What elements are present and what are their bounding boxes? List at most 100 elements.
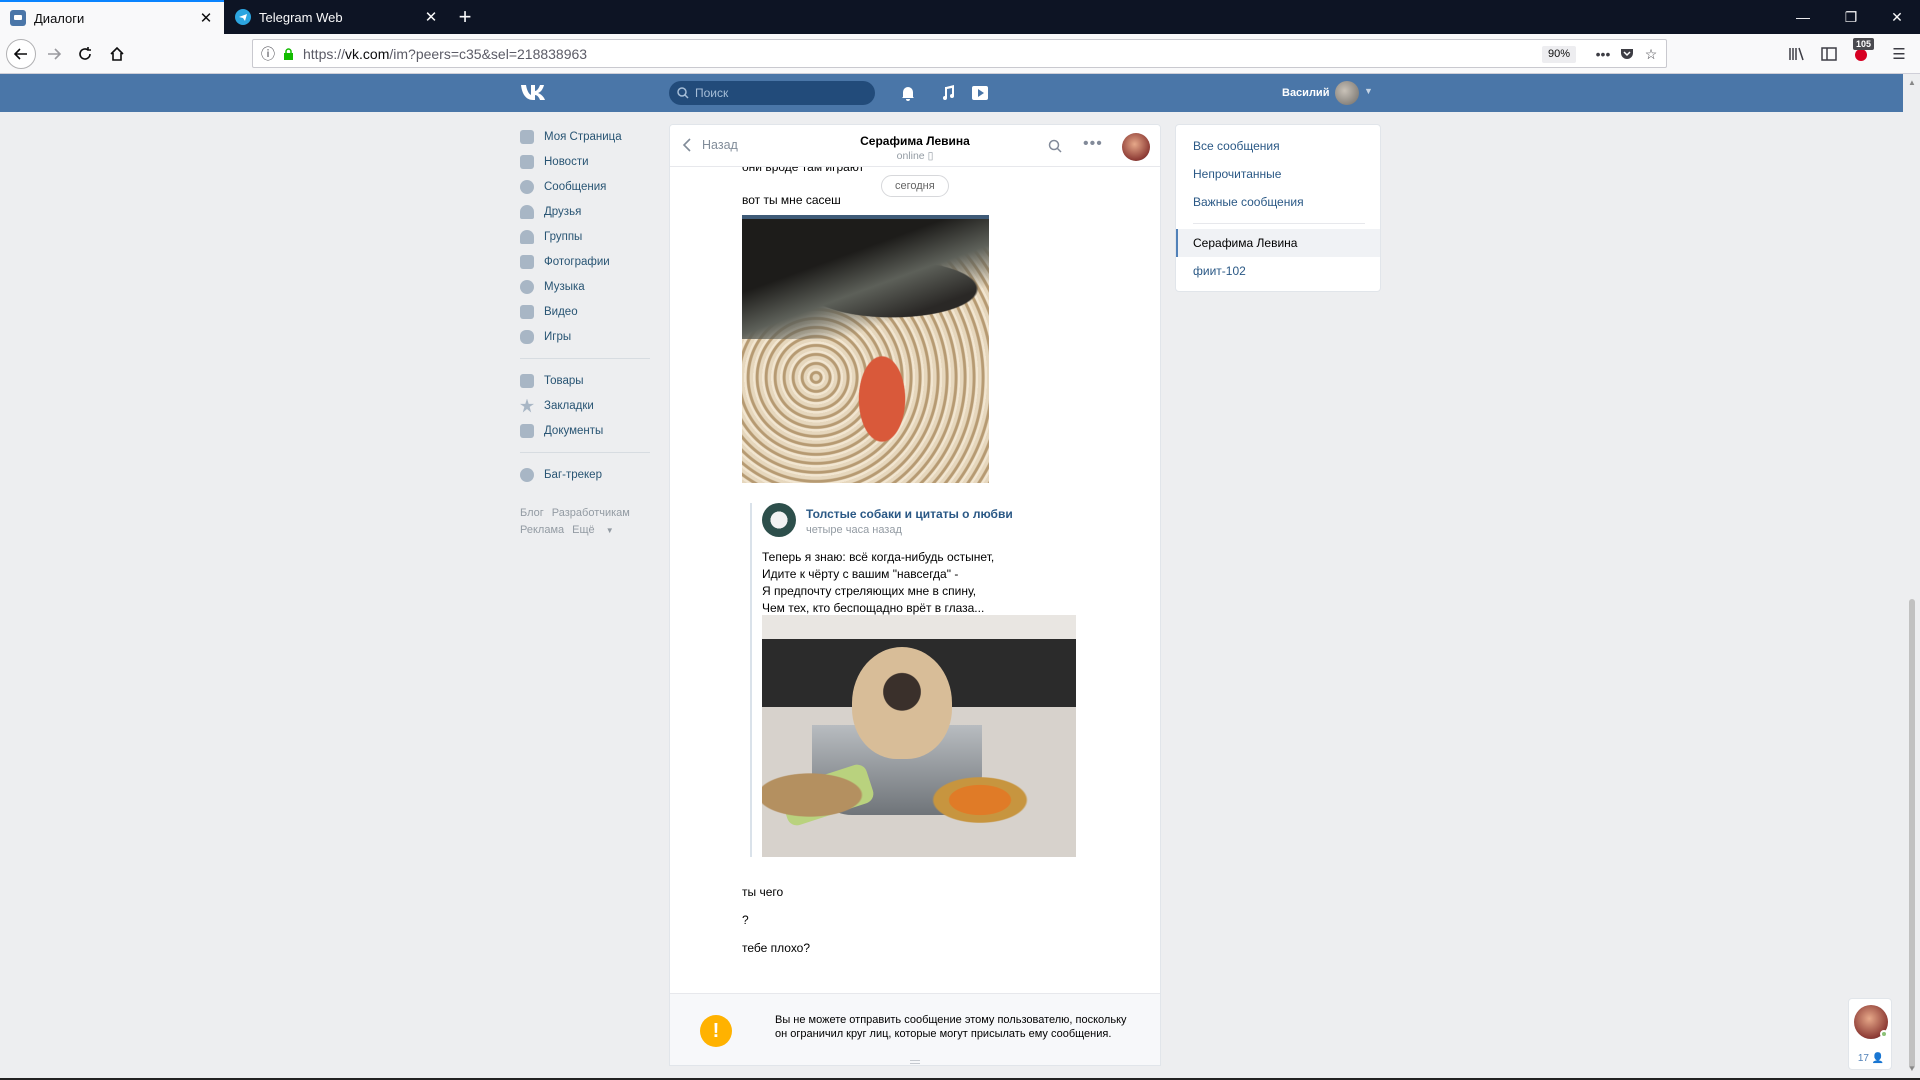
conversation-label: Серафима Левина — [1193, 236, 1298, 250]
menu-item-messages[interactable]: Сообщения — [520, 174, 650, 199]
reload-button[interactable] — [71, 40, 99, 68]
user-name[interactable]: Василий — [1282, 87, 1329, 99]
filter-unread[interactable]: Непрочитанные — [1193, 167, 1281, 181]
music-note-icon[interactable] — [938, 83, 958, 103]
menu-item-label: Музыка — [544, 280, 585, 293]
menu-item-my-page[interactable]: Моя Страница — [520, 124, 650, 149]
menu-item-goods[interactable]: Товары — [520, 368, 650, 393]
pocket-icon[interactable] — [1616, 43, 1638, 65]
search-icon[interactable] — [1048, 139, 1062, 156]
menu-item-bug-tracker[interactable]: Баг-трекер — [520, 462, 650, 487]
menu-item-music[interactable]: Музыка — [520, 274, 650, 299]
url-scheme: https:// — [303, 45, 346, 62]
page-scrollbar[interactable]: ▲ ▼ — [1903, 74, 1920, 1080]
home-button[interactable] — [103, 40, 131, 68]
page-actions-icon[interactable]: ••• — [1592, 43, 1614, 65]
photo-content — [762, 765, 882, 825]
minimize-window-icon[interactable]: — — [1780, 0, 1826, 34]
bookmark-star-icon[interactable]: ☆ — [1640, 43, 1662, 65]
new-tab-button[interactable]: + — [452, 4, 478, 30]
library-icon[interactable] — [1785, 42, 1809, 66]
resize-grip-icon[interactable] — [910, 1060, 920, 1064]
footer-link-ads[interactable]: Реклама — [520, 524, 564, 536]
warning-icon: ! — [700, 1015, 732, 1047]
user-avatar[interactable] — [1335, 81, 1359, 105]
telegram-favicon-icon — [235, 9, 251, 25]
lock-icon[interactable] — [277, 43, 299, 65]
photo-attachment[interactable] — [742, 215, 989, 483]
filters-divider — [1193, 223, 1365, 224]
conversation-item[interactable]: фиит-102 — [1193, 264, 1246, 278]
footer-more-label: Ещё — [572, 524, 595, 536]
zoom-level-badge[interactable]: 90% — [1541, 46, 1576, 63]
scroll-up-icon[interactable]: ▲ — [1908, 78, 1916, 87]
repost-source-name[interactable]: Толстые собаки и цитаты о любви — [806, 507, 1013, 521]
back-button[interactable] — [6, 39, 36, 69]
tab-telegram[interactable]: Telegram Web ✕ — [225, 0, 449, 34]
left-menu: Моя Страница Новости Сообщения Друзья Гр… — [520, 124, 650, 539]
url-path: /im?peers=c35&sel=218838963 — [389, 45, 588, 62]
scroll-down-icon[interactable]: ▼ — [1908, 1064, 1916, 1073]
close-window-icon[interactable]: ✕ — [1874, 0, 1920, 34]
url-bar[interactable]: ⓘ https://vk.com/im?peers=c35&sel=218838… — [252, 39, 1667, 68]
scrollbar-thumb[interactable] — [1909, 599, 1915, 1069]
menu-divider — [520, 452, 650, 453]
menu-item-photos[interactable]: Фотографии — [520, 249, 650, 274]
person-icon: 👤 — [1871, 1053, 1885, 1064]
footer-link-blog[interactable]: Блог — [520, 507, 544, 519]
play-icon[interactable] — [970, 83, 990, 103]
search-icon — [677, 87, 689, 99]
repost-photo[interactable] — [762, 615, 1076, 857]
menu-item-friends[interactable]: Друзья — [520, 199, 650, 224]
news-icon — [520, 154, 534, 169]
online-count-value: 17 — [1857, 1053, 1869, 1064]
message-text-partial: они вроде там играют — [742, 166, 865, 174]
menu-item-games[interactable]: Игры — [520, 324, 650, 349]
vk-search-input[interactable] — [695, 86, 865, 100]
dialog-header: Назад Серафима Левина online ▯ ••• — [670, 125, 1160, 167]
filter-important[interactable]: Важные сообщения — [1193, 195, 1304, 209]
vk-header: Василий ▼ — [0, 74, 1920, 112]
message-text: они вроде там играют — [742, 166, 864, 174]
menu-divider — [520, 358, 650, 359]
menu-item-label: Закладки — [544, 399, 594, 412]
repost-time[interactable]: четыре часа назад — [806, 524, 902, 536]
notifications-bell-icon[interactable] — [898, 83, 918, 103]
status-text: online — [896, 150, 925, 162]
message-text: тебе плохо? — [742, 941, 811, 955]
vk-logo-icon[interactable] — [520, 82, 552, 104]
tab-title: Telegram Web — [259, 9, 343, 25]
menu-item-news[interactable]: Новости — [520, 149, 650, 174]
repost-source-avatar[interactable] — [762, 503, 796, 537]
menu-item-bookmarks[interactable]: Закладки — [520, 393, 650, 418]
hamburger-menu-icon[interactable]: ☰ — [1887, 42, 1911, 66]
restore-window-icon[interactable]: ❐ — [1828, 0, 1874, 34]
menu-item-video[interactable]: Видео — [520, 299, 650, 324]
forward-button[interactable] — [40, 40, 68, 68]
more-actions-icon[interactable]: ••• — [1083, 135, 1103, 153]
info-icon[interactable]: ⓘ — [257, 43, 279, 65]
bookmarks-icon — [520, 398, 534, 413]
vk-search-box[interactable] — [669, 81, 875, 105]
chat-widget[interactable]: 17 👤 — [1848, 998, 1892, 1070]
menu-item-documents[interactable]: Документы — [520, 418, 650, 443]
message-filters-panel: Все сообщения Непрочитанные Важные сообщ… — [1175, 124, 1381, 292]
footer-link-more[interactable]: Ещё ▼ — [572, 524, 622, 536]
close-tab-icon[interactable]: ✕ — [423, 9, 439, 26]
tab-dialogs[interactable]: Диалоги ✕ — [0, 0, 224, 34]
music-icon — [520, 279, 534, 294]
peer-avatar[interactable] — [1122, 133, 1150, 161]
conversation-item-active[interactable]: Серафима Левина — [1176, 229, 1380, 257]
online-indicator — [1880, 1030, 1888, 1038]
close-tab-icon[interactable]: ✕ — [198, 10, 214, 27]
menu-item-label: Баг-трекер — [544, 468, 602, 481]
online-count[interactable]: 17 👤 — [1849, 1053, 1893, 1064]
footer-link-developers[interactable]: Разработчикам — [552, 507, 630, 519]
cannot-send-notice: ! Вы не можете отправить сообщение этому… — [670, 993, 1160, 1065]
video-icon — [520, 304, 534, 319]
chevron-down-icon[interactable]: ▼ — [1364, 86, 1373, 96]
vk-messages-favicon-icon — [10, 10, 26, 26]
filter-all-messages[interactable]: Все сообщения — [1193, 139, 1280, 153]
sidebar-icon[interactable] — [1817, 42, 1841, 66]
menu-item-groups[interactable]: Группы — [520, 224, 650, 249]
